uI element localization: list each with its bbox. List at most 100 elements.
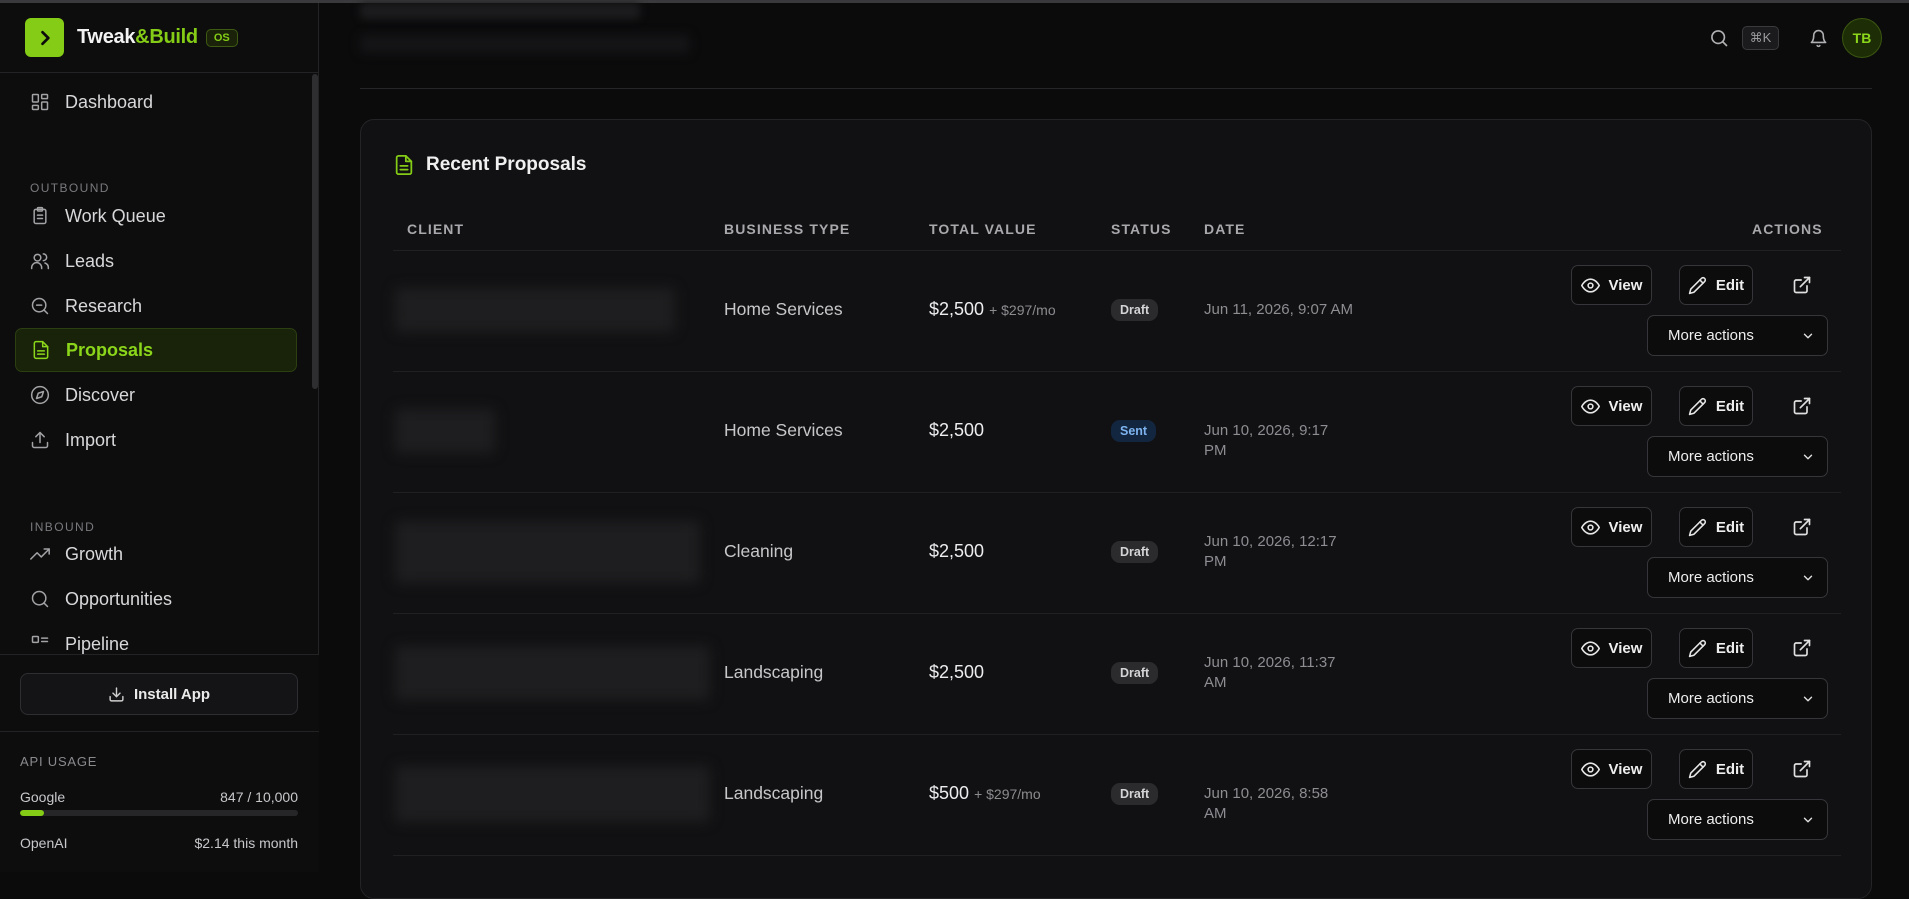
column-header-date[interactable]: DATE [1204, 221, 1245, 237]
api-usage-label: API USAGE [20, 754, 98, 769]
view-label: View [1608, 639, 1643, 657]
sidebar-item-pipeline[interactable]: Pipeline [15, 622, 297, 654]
edit-button[interactable]: Edit [1679, 386, 1753, 426]
external-link-icon [1793, 639, 1811, 657]
view-button[interactable]: View [1571, 265, 1652, 305]
install-app-label: Install App [133, 685, 211, 703]
column-header-business-type[interactable]: BUSINESS TYPE [724, 221, 850, 237]
sidebar-item-label: Growth [65, 543, 124, 564]
more-actions-select[interactable]: More actions [1647, 315, 1828, 356]
search-doc-icon [31, 297, 49, 315]
header-divider [393, 250, 1841, 251]
more-actions-select[interactable]: More actions [1647, 557, 1828, 598]
column-header-client[interactable]: CLIENT [407, 221, 464, 237]
edit-button[interactable]: Edit [1679, 507, 1753, 547]
business-type-cell: Home Services [724, 299, 843, 319]
sidebar-item-discover[interactable]: Discover [15, 373, 297, 417]
search-button[interactable] [1707, 26, 1731, 50]
clipboard-icon [33, 206, 47, 225]
more-actions-label: More actions [1668, 327, 1754, 344]
sidebar-item-opportunities[interactable]: Opportunities [15, 577, 297, 621]
total-value-cell: $2,500 [929, 541, 984, 562]
chevron-down-icon [1803, 454, 1813, 459]
recurring-value: + $297/mo [989, 302, 1056, 318]
edit-button[interactable]: Edit [1679, 265, 1753, 305]
total-value-amount: $2,500 [929, 541, 985, 561]
total-value-cell: $2,500 [929, 662, 984, 683]
total-value-amount: $500 [929, 783, 970, 803]
client-name-blurred[interactable] [395, 646, 710, 700]
more-actions-select[interactable]: More actions [1647, 436, 1828, 477]
section-label-outbound: OUTBOUND [30, 181, 110, 195]
sidebar-item-proposals[interactable]: Proposals [15, 328, 297, 372]
business-type-cell: Home Services [724, 420, 843, 440]
sidebar-item-label: Opportunities [65, 588, 173, 609]
view-label: View [1608, 276, 1643, 294]
more-actions-select[interactable]: More actions [1647, 799, 1828, 840]
row-divider [393, 855, 1841, 856]
recurring-value: + $297/mo [974, 786, 1041, 802]
open-external-button[interactable] [1787, 633, 1817, 663]
client-name-blurred[interactable] [395, 288, 675, 332]
sidebar-item-dashboard[interactable]: Dashboard [15, 80, 297, 124]
sidebar-item-research[interactable]: Research [15, 284, 297, 328]
install-app-button[interactable]: Install App [20, 673, 298, 715]
brand[interactable]: Tweak&Build OS [0, 3, 318, 73]
open-external-button[interactable] [1787, 391, 1817, 421]
api-google-value: 847 / 10,000 [220, 789, 298, 805]
external-link-icon [1793, 276, 1811, 294]
view-label: View [1608, 397, 1643, 415]
compass-icon [30, 385, 50, 405]
scroll-thumb[interactable] [312, 74, 318, 389]
client-name-blurred[interactable] [395, 409, 495, 453]
external-link-icon [1793, 397, 1811, 415]
sidebar-item-label: Pipeline [65, 633, 130, 654]
sidebar-item-growth[interactable]: Growth [15, 532, 297, 576]
more-actions-label: More actions [1668, 811, 1754, 828]
sidebar-item-import[interactable]: Import [15, 418, 297, 462]
view-label: View [1608, 760, 1643, 778]
pencil-icon [1688, 276, 1706, 294]
edit-button[interactable]: Edit [1679, 749, 1753, 789]
api-google-label: Google [20, 789, 66, 805]
client-name-blurred[interactable] [395, 521, 700, 583]
sidebar-item-leads[interactable]: Leads [15, 239, 297, 283]
row-divider [393, 371, 1841, 372]
avatar[interactable]: TB [1842, 18, 1882, 58]
search-icon [31, 590, 49, 608]
pencil-icon [1688, 397, 1706, 415]
business-type-cell: Landscaping [724, 783, 824, 803]
open-external-button[interactable] [1787, 754, 1817, 784]
pencil-icon [1688, 639, 1706, 657]
view-button[interactable]: View [1571, 628, 1652, 668]
view-button[interactable]: View [1571, 507, 1652, 547]
card-title-text: Recent Proposals [426, 154, 587, 175]
edit-button[interactable]: Edit [1679, 628, 1753, 668]
view-button[interactable]: View [1571, 749, 1652, 789]
search-icon [1711, 30, 1728, 47]
view-button[interactable]: View [1571, 386, 1652, 426]
sidebar-item-label: Dashboard [65, 91, 154, 112]
sidebar-item-work-queue[interactable]: Work Queue [15, 194, 297, 238]
client-name-blurred[interactable] [395, 766, 710, 822]
sidebar-item-label: Leads [65, 250, 115, 271]
eye-icon [1580, 761, 1600, 777]
edit-label: Edit [1715, 760, 1745, 778]
more-actions-select[interactable]: More actions [1647, 678, 1828, 719]
external-link-icon [1793, 760, 1811, 778]
notifications-button[interactable] [1806, 26, 1830, 50]
open-external-button[interactable] [1787, 270, 1817, 300]
column-header-total-value[interactable]: TOTAL VALUE [929, 221, 1037, 237]
status-badge: Draft [1111, 783, 1159, 805]
pencil-icon [1688, 760, 1706, 778]
sidebar-scrollbar[interactable] [310, 74, 319, 654]
column-header-status[interactable]: STATUS [1111, 221, 1172, 237]
api-openai-value: $2.14 this month [194, 835, 298, 851]
sidebar-item-label: Discover [65, 384, 136, 405]
sidebar-nav: Dashboard OUTBOUND Work Queue Leads Rese… [0, 74, 319, 654]
total-value-cell: $2,500 + $297/mo [929, 299, 1056, 320]
logo-chevron-icon [25, 18, 64, 57]
open-external-button[interactable] [1787, 512, 1817, 542]
edit-label: Edit [1715, 639, 1745, 657]
divider [0, 731, 319, 732]
